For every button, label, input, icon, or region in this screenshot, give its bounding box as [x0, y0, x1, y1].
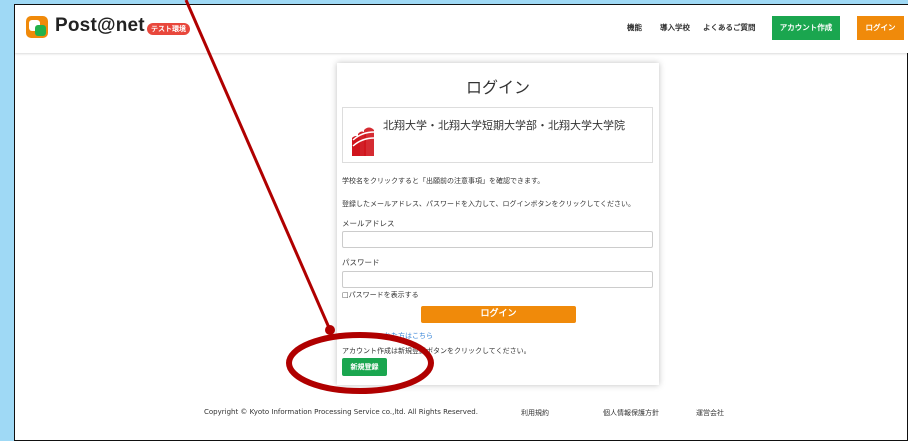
register-note: アカウント作成は新規登録ボタンをクリックしてください。 — [342, 347, 531, 355]
school-link[interactable]: 北翔大学・北翔大学短期大学部・北翔大学大学院 — [342, 107, 653, 163]
nav-schools[interactable]: 導入学校 — [660, 22, 690, 33]
login-button[interactable]: ログイン — [421, 306, 576, 323]
school-logo-icon — [352, 127, 375, 156]
test-environment-badge: テスト環境 — [147, 23, 190, 35]
footer-terms-link[interactable]: 利用規約 — [521, 408, 549, 418]
create-account-button[interactable]: アカウント作成 — [772, 16, 840, 40]
login-card: ログイン 北翔大学・北翔大学短期大学部・北翔大学大学院 学校名をクリックすると「… — [337, 63, 659, 385]
footer-copyright: Copyright © Kyoto Information Processing… — [204, 408, 478, 416]
footer-privacy-link[interactable]: 個人情報保護方針 — [603, 408, 659, 418]
header-login-button[interactable]: ログイン — [857, 16, 904, 40]
password-label: パスワード — [342, 258, 380, 267]
password-field[interactable] — [342, 271, 653, 288]
nav-features[interactable]: 機能 — [627, 22, 642, 33]
nav-faq[interactable]: よくあるご質問 — [703, 22, 756, 33]
email-label: メールアドレス — [342, 219, 395, 228]
login-instructions: 登録したメールアドレス、パスワードを入力して、ログインボタンをクリックしてくださ… — [342, 200, 636, 208]
browser-frame: Post@net テスト環境 機能 導入学校 よくあるご質問 アカウント作成 ロ… — [14, 4, 908, 441]
footer-company-link[interactable]: 運営会社 — [696, 408, 724, 418]
brand-name[interactable]: Post@net — [55, 15, 145, 37]
page-title: ログイン — [465, 78, 530, 97]
school-note: 学校名をクリックすると「出願前の注意事項」を確認できます。 — [342, 177, 545, 185]
site-header: Post@net テスト環境 機能 導入学校 よくあるご質問 アカウント作成 ロ… — [15, 5, 908, 53]
school-name[interactable]: 北翔大学・北翔大学短期大学部・北翔大学大学院 — [383, 117, 648, 134]
postanet-logo-icon[interactable] — [26, 16, 48, 38]
forgot-password-link[interactable]: れた方はこちら — [384, 331, 433, 341]
email-field[interactable] — [342, 231, 653, 248]
register-button[interactable]: 新規登録 — [342, 358, 387, 376]
show-password-checkbox[interactable]: □パスワードを表示する — [342, 290, 419, 300]
